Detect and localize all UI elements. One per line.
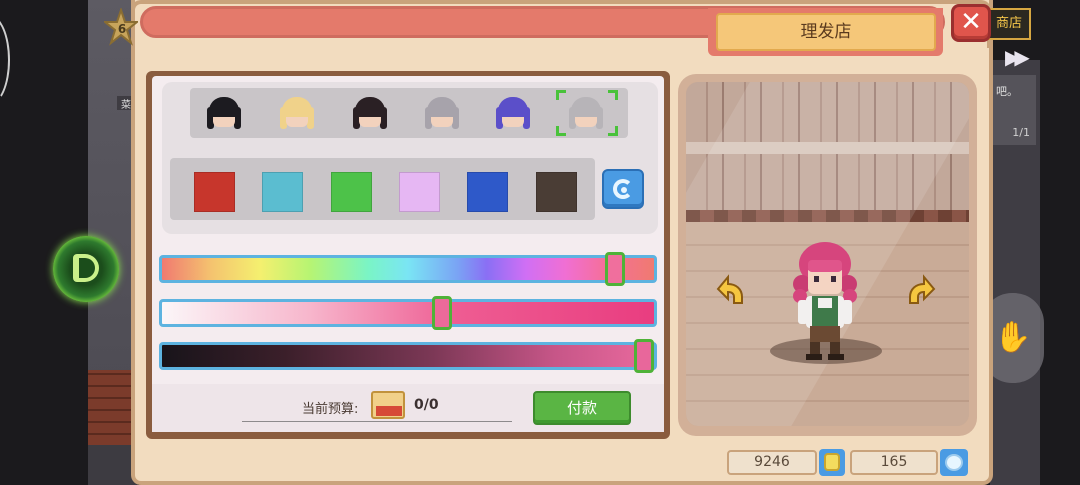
hair-style-silver-hair-icon[interactable] (422, 93, 462, 133)
dialog-page-indicator: 1/1 (1012, 126, 1030, 139)
coin-icon (819, 449, 845, 476)
hair-style-black-hair-icon[interactable] (204, 93, 244, 133)
hair-style-blonde-hair-icon[interactable] (277, 93, 317, 133)
rotate-right-arrow-icon[interactable] (906, 273, 940, 307)
dialog-box[interactable]: 吧。 1/1 (992, 75, 1036, 145)
brightness-slider[interactable] (159, 342, 657, 370)
hair-selection-frame (556, 90, 618, 136)
hair-style-dark-brown-hair-icon[interactable] (350, 93, 390, 133)
coin-count: 9246 (727, 450, 817, 475)
brightness-slider-handle[interactable] (634, 339, 655, 373)
color-swatch[interactable] (536, 172, 577, 212)
pay-button[interactable]: 付款 (533, 391, 631, 425)
hue-slider[interactable] (159, 255, 657, 283)
level-star-icon: 6 (102, 6, 140, 48)
color-swatch[interactable] (467, 172, 508, 212)
ticket-icon (371, 391, 405, 419)
level-number: 6 (117, 22, 127, 36)
color-swatch[interactable] (262, 172, 303, 212)
budget-label: 当前预算: (302, 402, 359, 417)
saturation-slider-handle[interactable] (432, 296, 453, 330)
shop-sign[interactable]: 商店 (987, 8, 1031, 40)
page-title: 理发店 (716, 13, 936, 51)
rotate-left-arrow-icon[interactable] (712, 273, 746, 307)
color-swatch[interactable] (194, 172, 235, 212)
game-screen: 菜 吧。 1/1 ✋ ▶▶ 6 理发店 商店 ✕ 当前预算: 0/0 付款 92… (0, 0, 1080, 485)
close-button[interactable]: ✕ (951, 4, 991, 42)
dialog-text: 吧。 (996, 85, 1018, 98)
budget-underline (242, 421, 512, 422)
reset-color-button[interactable] (602, 169, 644, 209)
hue-slider-handle[interactable] (604, 252, 625, 286)
budget-value: 0/0 (414, 397, 439, 413)
hair-style-blue-twin-hair-icon[interactable] (493, 93, 533, 133)
gem-count: 165 (850, 450, 938, 475)
character-sprite (793, 242, 857, 360)
color-swatch[interactable] (399, 172, 440, 212)
gem-icon (940, 449, 968, 476)
background-arc (0, 15, 10, 105)
joystick-icon[interactable] (53, 236, 119, 302)
saturation-slider[interactable] (159, 299, 657, 327)
color-swatch[interactable] (331, 172, 372, 212)
fast-forward-icon[interactable]: ▶▶ (1005, 45, 1030, 69)
